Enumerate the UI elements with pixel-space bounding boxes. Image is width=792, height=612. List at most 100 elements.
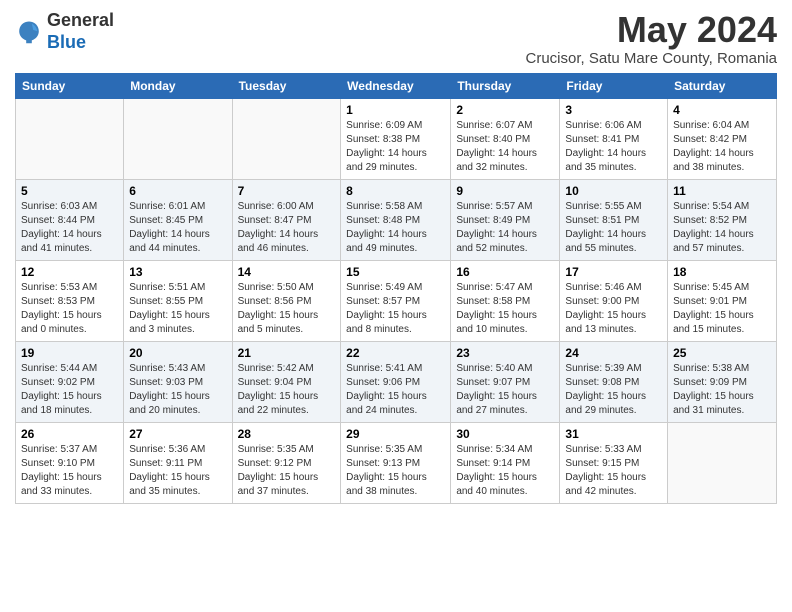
calendar-week-row: 26 Sunrise: 5:37 AM Sunset: 9:10 PM Dayli… (16, 422, 777, 503)
calendar-cell: 15 Sunrise: 5:49 AM Sunset: 8:57 PM Dayli… (341, 260, 451, 341)
day-number: 26 (21, 427, 118, 441)
day-number: 29 (346, 427, 445, 441)
calendar-week-row: 12 Sunrise: 5:53 AM Sunset: 8:53 PM Dayli… (16, 260, 777, 341)
calendar-cell: 17 Sunrise: 5:46 AM Sunset: 9:00 PM Dayli… (560, 260, 668, 341)
calendar-cell: 1Sunrise: 6:09 AM Sunset: 8:38 PM Daylig… (341, 98, 451, 179)
day-number: 3 (565, 103, 662, 117)
calendar-cell: 11Sunrise: 5:54 AM Sunset: 8:52 PM Dayli… (668, 179, 777, 260)
day-number: 18 (673, 265, 771, 279)
day-number: 30 (456, 427, 554, 441)
day-info: Sunrise: 5:35 AM Sunset: 9:13 PM Dayligh… (346, 443, 445, 499)
day-number: 27 (129, 427, 226, 441)
day-info: Sunrise: 5:35 AM Sunset: 9:12 PM Dayligh… (238, 443, 336, 499)
calendar-cell: 25 Sunrise: 5:38 AM Sunset: 9:09 PM Dayli… (668, 341, 777, 422)
calendar-cell: 23 Sunrise: 5:40 AM Sunset: 9:07 PM Dayli… (451, 341, 560, 422)
day-number: 20 (129, 346, 226, 360)
day-info: Sunrise: 5:44 AM Sunset: 9:02 PM Dayligh… (21, 362, 118, 418)
logo: General Blue (15, 10, 114, 53)
calendar-cell: 4 Sunrise: 6:04 AM Sunset: 8:42 PM Daylig… (668, 98, 777, 179)
weekday-header-thursday: Thursday (451, 73, 560, 98)
calendar-cell: 6Sunrise: 6:01 AM Sunset: 8:45 PM Daylig… (124, 179, 232, 260)
day-number: 4 (673, 103, 771, 117)
day-info: Sunrise: 6:07 AM Sunset: 8:40 PM Dayligh… (456, 119, 554, 175)
day-number: 23 (456, 346, 554, 360)
calendar-table: SundayMondayTuesdayWednesdayThursdayFrid… (15, 73, 777, 504)
day-number: 11 (673, 184, 771, 198)
calendar-cell: 21 Sunrise: 5:42 AM Sunset: 9:04 PM Dayli… (232, 341, 341, 422)
day-number: 16 (456, 265, 554, 279)
title-block: May 2024 Crucisor, Satu Mare County, Rom… (526, 10, 778, 67)
day-number: 7 (238, 184, 336, 198)
logo-icon (15, 18, 43, 46)
logo-text: General Blue (47, 10, 114, 53)
calendar-cell: 14Sunrise: 5:50 AM Sunset: 8:56 PM Dayli… (232, 260, 341, 341)
calendar-cell (232, 98, 341, 179)
day-number: 5 (21, 184, 118, 198)
day-number: 6 (129, 184, 226, 198)
day-info: Sunrise: 5:40 AM Sunset: 9:07 PM Dayligh… (456, 362, 554, 418)
day-info: Sunrise: 5:36 AM Sunset: 9:11 PM Dayligh… (129, 443, 226, 499)
day-number: 14 (238, 265, 336, 279)
month-title: May 2024 (526, 10, 778, 50)
calendar-cell: 30 Sunrise: 5:34 AM Sunset: 9:14 PM Dayli… (451, 422, 560, 503)
weekday-header-sunday: Sunday (16, 73, 124, 98)
day-info: Sunrise: 5:53 AM Sunset: 8:53 PM Dayligh… (21, 281, 118, 337)
subtitle: Crucisor, Satu Mare County, Romania (526, 50, 778, 67)
day-number: 31 (565, 427, 662, 441)
day-number: 28 (238, 427, 336, 441)
weekday-header-monday: Monday (124, 73, 232, 98)
calendar-cell: 28 Sunrise: 5:35 AM Sunset: 9:12 PM Dayli… (232, 422, 341, 503)
day-number: 1 (346, 103, 445, 117)
day-info: Sunrise: 6:06 AM Sunset: 8:41 PM Dayligh… (565, 119, 662, 175)
calendar-cell: 22Sunrise: 5:41 AM Sunset: 9:06 PM Dayli… (341, 341, 451, 422)
weekday-header-friday: Friday (560, 73, 668, 98)
weekday-header-tuesday: Tuesday (232, 73, 341, 98)
day-number: 8 (346, 184, 445, 198)
calendar-header-row: SundayMondayTuesdayWednesdayThursdayFrid… (16, 73, 777, 98)
calendar-cell: 19 Sunrise: 5:44 AM Sunset: 9:02 PM Dayli… (16, 341, 124, 422)
calendar-cell: 3 Sunrise: 6:06 AM Sunset: 8:41 PM Daylig… (560, 98, 668, 179)
day-number: 2 (456, 103, 554, 117)
day-number: 13 (129, 265, 226, 279)
day-number: 17 (565, 265, 662, 279)
day-info: Sunrise: 5:38 AM Sunset: 9:09 PM Dayligh… (673, 362, 771, 418)
day-info: Sunrise: 5:39 AM Sunset: 9:08 PM Dayligh… (565, 362, 662, 418)
day-info: Sunrise: 5:42 AM Sunset: 9:04 PM Dayligh… (238, 362, 336, 418)
day-info: Sunrise: 5:34 AM Sunset: 9:14 PM Dayligh… (456, 443, 554, 499)
calendar-cell: 5 Sunrise: 6:03 AM Sunset: 8:44 PM Daylig… (16, 179, 124, 260)
day-info: Sunrise: 6:04 AM Sunset: 8:42 PM Dayligh… (673, 119, 771, 175)
day-info: Sunrise: 5:49 AM Sunset: 8:57 PM Dayligh… (346, 281, 445, 337)
calendar-cell: 10 Sunrise: 5:55 AM Sunset: 8:51 PM Dayli… (560, 179, 668, 260)
calendar-week-row: 5 Sunrise: 6:03 AM Sunset: 8:44 PM Daylig… (16, 179, 777, 260)
day-number: 10 (565, 184, 662, 198)
day-number: 15 (346, 265, 445, 279)
day-info: Sunrise: 5:45 AM Sunset: 9:01 PM Dayligh… (673, 281, 771, 337)
day-number: 12 (21, 265, 118, 279)
day-info: Sunrise: 5:37 AM Sunset: 9:10 PM Dayligh… (21, 443, 118, 499)
calendar-cell: 18 Sunrise: 5:45 AM Sunset: 9:01 PM Dayli… (668, 260, 777, 341)
day-info: Sunrise: 5:47 AM Sunset: 8:58 PM Dayligh… (456, 281, 554, 337)
calendar-body: 1Sunrise: 6:09 AM Sunset: 8:38 PM Daylig… (16, 98, 777, 503)
day-number: 24 (565, 346, 662, 360)
weekday-header-saturday: Saturday (668, 73, 777, 98)
day-number: 21 (238, 346, 336, 360)
calendar-cell: 24 Sunrise: 5:39 AM Sunset: 9:08 PM Dayli… (560, 341, 668, 422)
calendar-cell (124, 98, 232, 179)
calendar-cell: 9Sunrise: 5:57 AM Sunset: 8:49 PM Daylig… (451, 179, 560, 260)
calendar-cell (16, 98, 124, 179)
day-info: Sunrise: 5:46 AM Sunset: 9:00 PM Dayligh… (565, 281, 662, 337)
calendar-cell: 29 Sunrise: 5:35 AM Sunset: 9:13 PM Dayli… (341, 422, 451, 503)
calendar-cell: 12 Sunrise: 5:53 AM Sunset: 8:53 PM Dayli… (16, 260, 124, 341)
day-info: Sunrise: 5:41 AM Sunset: 9:06 PM Dayligh… (346, 362, 445, 418)
day-info: Sunrise: 5:57 AM Sunset: 8:49 PM Dayligh… (456, 200, 554, 256)
calendar-cell: 13Sunrise: 5:51 AM Sunset: 8:55 PM Dayli… (124, 260, 232, 341)
calendar-cell: 20 Sunrise: 5:43 AM Sunset: 9:03 PM Dayli… (124, 341, 232, 422)
day-info: Sunrise: 5:58 AM Sunset: 8:48 PM Dayligh… (346, 200, 445, 256)
calendar-cell: 31Sunrise: 5:33 AM Sunset: 9:15 PM Dayli… (560, 422, 668, 503)
calendar-cell: 26 Sunrise: 5:37 AM Sunset: 9:10 PM Dayli… (16, 422, 124, 503)
day-info: Sunrise: 6:03 AM Sunset: 8:44 PM Dayligh… (21, 200, 118, 256)
day-info: Sunrise: 5:43 AM Sunset: 9:03 PM Dayligh… (129, 362, 226, 418)
day-number: 19 (21, 346, 118, 360)
day-number: 25 (673, 346, 771, 360)
day-info: Sunrise: 5:55 AM Sunset: 8:51 PM Dayligh… (565, 200, 662, 256)
